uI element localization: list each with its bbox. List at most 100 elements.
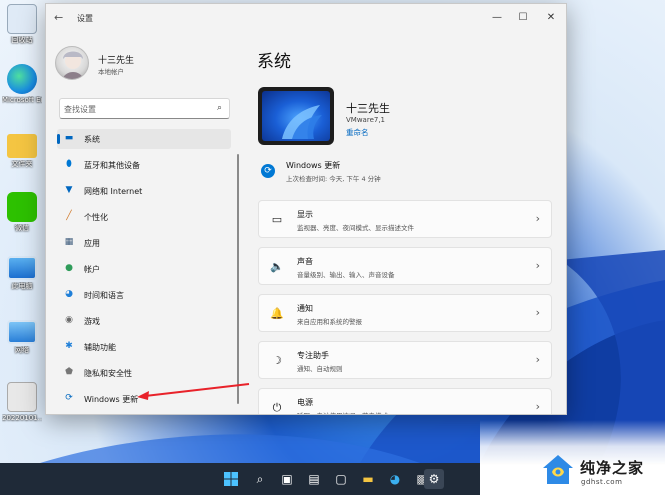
widgets-icon[interactable]: ▤: [304, 469, 324, 489]
rename-link[interactable]: 重命名: [346, 127, 369, 138]
sidebar-item-label: 帐户: [84, 265, 100, 274]
settings-window: ← 设置 — ☐ ✕ 十三先生 本地帐户 ⌕ ▬ 系统 ⬮ 蓝牙和其他设备 ▼ 网络和 I…: [45, 3, 567, 415]
settings-card[interactable]: ⏻ 电源睡眠、电池使用情况、节电模式 ›: [258, 388, 552, 414]
apps-icon: ▦: [64, 237, 74, 247]
sidebar-item-label: 应用: [84, 239, 100, 248]
card-subtitle: 来自应用和系统的警报: [297, 318, 362, 326]
display-icon: ▭: [271, 213, 283, 226]
chevron-right-icon: ›: [535, 400, 540, 413]
main-pane: 系统 十三先生 VMware7,1 重命名 ⟳ Windows 更新 上次检查时…: [246, 32, 566, 414]
windows-update-icon: ⟳: [261, 164, 275, 178]
search-icon[interactable]: ⌕: [250, 469, 270, 489]
sidebar-item[interactable]: ⬮ 蓝牙和其他设备: [57, 155, 231, 175]
settings-card[interactable]: 🔔 通知 来自应用和系统的警报 ›: [258, 294, 552, 332]
search-icon[interactable]: ⌕: [217, 103, 222, 113]
settings-gear-icon[interactable]: ⚙: [424, 469, 444, 489]
sidebar-item[interactable]: ◉ 游戏: [57, 311, 231, 331]
accessibility-icon: ✱: [65, 341, 73, 351]
desktop-icon-folder[interactable]: 文件夹: [2, 130, 42, 169]
start-icon[interactable]: [221, 469, 241, 489]
speaker-icon: 🔈: [270, 260, 284, 273]
sidebar-item[interactable]: ◕ 时间和语言: [57, 285, 231, 305]
chevron-right-icon: ›: [535, 212, 540, 225]
wifi-icon: ▼: [65, 185, 73, 195]
card-subtitle: 音量级别、输出、输入、声音设备: [297, 271, 395, 279]
power-icon: ⏻: [272, 401, 282, 414]
person-icon: ●: [65, 263, 73, 273]
recycle-bin-icon: [7, 4, 37, 34]
avatar-illustration-icon: [62, 51, 84, 79]
page-title: 系统: [257, 52, 291, 72]
user-name: 十三先生: [98, 56, 135, 66]
chevron-right-icon: ›: [535, 353, 540, 366]
sidebar-item-label: 蓝牙和其他设备: [84, 161, 140, 170]
sidebar-item[interactable]: ⬟ 隐私和安全性: [57, 363, 231, 383]
account-type: 本地帐户: [98, 68, 124, 76]
back-arrow-icon[interactable]: ←: [54, 11, 63, 24]
sidebar: 十三先生 本地帐户 ⌕ ▬ 系统 ⬮ 蓝牙和其他设备 ▼ 网络和 Internet ╱ 个性化…: [46, 32, 236, 414]
sidebar-item[interactable]: ▼ 网络和 Internet: [57, 181, 231, 201]
search-input[interactable]: [64, 102, 204, 116]
desktop-icon-wechat[interactable]: 微信: [2, 192, 42, 233]
sidebar-item-label: 隐私和安全性: [84, 369, 132, 378]
task-view-icon[interactable]: ▣: [277, 469, 297, 489]
sidebar-item[interactable]: ▬ 系统: [57, 129, 231, 149]
sidebar-item-label: Windows 更新: [84, 395, 139, 404]
sidebar-item[interactable]: ╱ 个性化: [57, 207, 231, 227]
search-box[interactable]: ⌕: [59, 98, 230, 119]
desktop-icon-network[interactable]: 网络: [2, 320, 42, 355]
watermark-url: gdhst.com: [581, 478, 623, 486]
watermark-logo-icon: [543, 455, 573, 484]
sidebar-item-label: 时间和语言: [84, 291, 124, 300]
close-button[interactable]: ✕: [540, 9, 562, 27]
title-bar: ← 设置 — ☐ ✕: [46, 4, 566, 32]
annotation-arrow-icon: [137, 383, 250, 400]
sidebar-item[interactable]: ✱ 辅助功能: [57, 337, 231, 357]
minimize-button[interactable]: —: [486, 9, 508, 27]
settings-card[interactable]: ☽ 专注助手 通知、自动规则 ›: [258, 341, 552, 379]
sidebar-item-label: 游戏: [84, 317, 100, 326]
sidebar-item[interactable]: ▦ 应用: [57, 233, 231, 253]
moon-icon: ☽: [272, 354, 282, 367]
edge-icon: [7, 64, 37, 94]
desktop-icon-recycle-bin[interactable]: 回收站: [2, 4, 42, 45]
card-title: 显示: [297, 210, 313, 219]
sidebar-item-label: 个性化: [84, 213, 108, 222]
device-screen-wallpaper: [262, 91, 330, 141]
settings-card[interactable]: ▭ 显示监视器、亮度、夜间模式、显示描述文件 ›: [258, 200, 552, 238]
card-title: 专注助手: [297, 351, 329, 360]
update-title[interactable]: Windows 更新: [286, 160, 340, 171]
device-model: VMware7,1: [346, 116, 386, 124]
monitor-icon: ▬: [64, 133, 74, 143]
edge-icon[interactable]: ◕: [385, 469, 405, 489]
card-subtitle: 监视器、亮度、夜间模式、显示描述文件: [297, 224, 414, 232]
sidebar-item-label: 辅助功能: [84, 343, 116, 352]
network-icon: [7, 320, 37, 344]
sidebar-item[interactable]: ● 帐户: [57, 259, 231, 279]
shield-icon: ⬟: [65, 367, 73, 377]
device-name: 十三先生: [346, 102, 390, 115]
chat-icon[interactable]: ▢: [331, 469, 351, 489]
sidebar-item-label: 系统: [84, 135, 100, 144]
sidebar-scrollbar[interactable]: [237, 154, 239, 404]
card-title: 通知: [297, 304, 313, 313]
watermark-name: 纯净之家: [580, 459, 645, 477]
bloom-icon: [282, 105, 322, 139]
window-title: 设置: [77, 14, 93, 23]
globe-clock-icon: ◕: [65, 289, 73, 299]
sidebar-item-label: 网络和 Internet: [84, 187, 143, 196]
update-subtitle: 上次检查时间: 今天, 下午 4 分钟: [286, 175, 381, 183]
card-title: 电源: [297, 398, 313, 407]
windows-update-icon: ⟳: [65, 393, 73, 403]
device-thumbnail: [258, 87, 334, 145]
settings-card[interactable]: 🔈 声音音量级别、输出、输入、声音设备 ›: [258, 247, 552, 285]
file-explorer-icon[interactable]: ▬: [358, 469, 378, 489]
maximize-button[interactable]: ☐: [512, 9, 534, 27]
desktop-icon-edge[interactable]: Microsoft Edge: [2, 64, 42, 105]
desktop-icon-screenshot[interactable]: 20220101...: [2, 382, 42, 423]
chevron-right-icon: ›: [535, 259, 540, 272]
bluetooth-icon: ⬮: [66, 159, 72, 169]
card-title: 声音: [297, 257, 313, 266]
avatar[interactable]: [55, 46, 89, 80]
desktop-icon-this-pc[interactable]: 此电脑: [2, 256, 42, 291]
